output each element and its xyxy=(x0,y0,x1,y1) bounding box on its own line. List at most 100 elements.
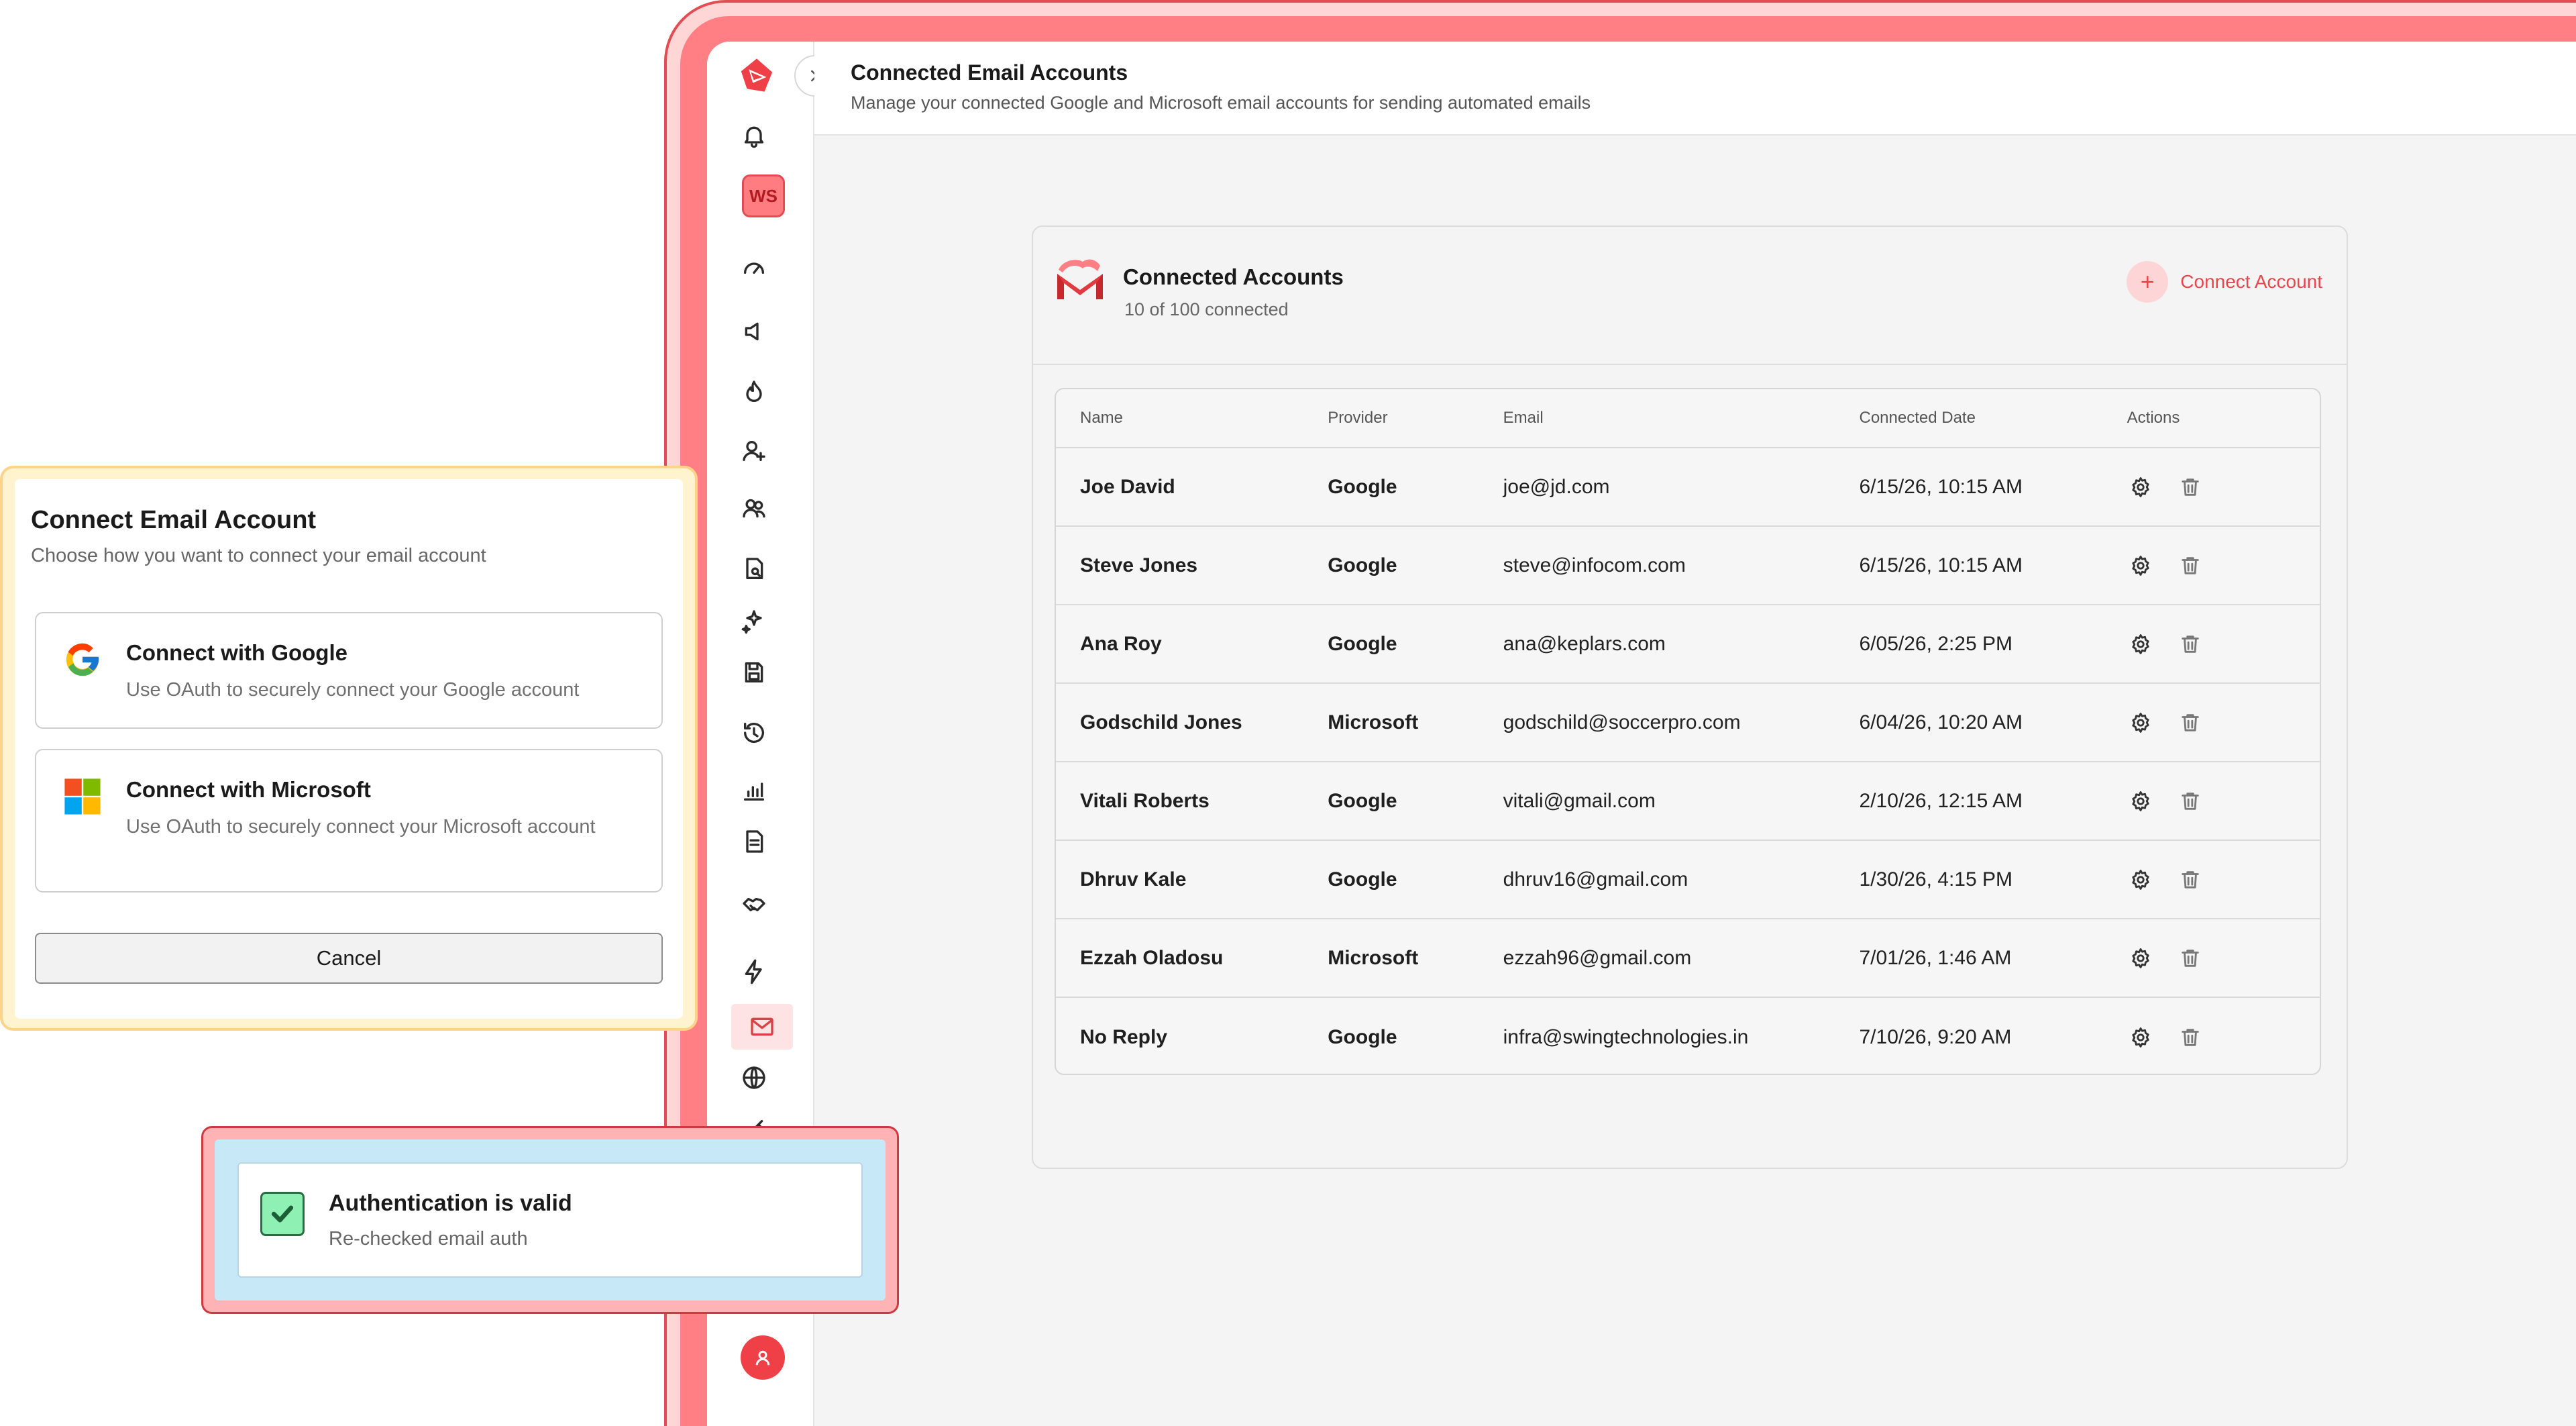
connect-microsoft-title: Connect with Microsoft xyxy=(126,777,371,802)
cell-provider: Google xyxy=(1328,789,1397,812)
connect-account-button[interactable]: + Connect Account xyxy=(2127,260,2322,303)
cell-name: Vitali Roberts xyxy=(1080,789,1210,812)
auth-valid-toast[interactable]: Authentication is valid Re-checked email… xyxy=(237,1162,863,1278)
cell-name: Godschild Jones xyxy=(1080,711,1242,733)
cell-connected-date: 6/15/26, 10:15 AM xyxy=(1859,554,2023,576)
analytics-icon[interactable] xyxy=(734,770,774,811)
connect-microsoft-description: Use OAuth to securely connect your Micro… xyxy=(126,816,596,837)
cell-actions xyxy=(2127,474,2320,501)
cell-name: Ezzah Oladosu xyxy=(1080,946,1224,969)
settings-gear-icon[interactable] xyxy=(2127,1024,2154,1051)
modal-title: Connect Email Account xyxy=(31,506,317,534)
toast-title: Authentication is valid xyxy=(329,1190,572,1216)
microsoft-icon xyxy=(64,778,101,815)
settings-gear-icon[interactable] xyxy=(2127,788,2154,815)
column-header-email[interactable]: Email xyxy=(1503,409,1857,427)
cell-provider: Google xyxy=(1328,632,1397,655)
cell-actions xyxy=(2127,631,2320,658)
app-window: WS Connected Email Accounts Manage your … xyxy=(707,42,2576,1426)
table-header: Name Provider Email Connected Date Actio… xyxy=(1056,389,2320,448)
settings-gear-icon[interactable] xyxy=(2127,552,2154,579)
sparkles-icon[interactable] xyxy=(734,601,774,642)
cell-connected-date: 1/30/26, 4:15 PM xyxy=(1859,868,2013,890)
delete-trash-icon[interactable] xyxy=(2177,1024,2204,1051)
delete-trash-icon[interactable] xyxy=(2177,474,2204,501)
delete-trash-icon[interactable] xyxy=(2177,631,2204,658)
column-header-actions: Actions xyxy=(2127,409,2180,427)
cell-connected-date: 2/10/26, 12:15 AM xyxy=(1859,789,2023,812)
cell-email: infra@swingtechnologies.in xyxy=(1503,1025,1749,1048)
history-icon[interactable] xyxy=(734,713,774,753)
cell-connected-date: 6/05/26, 2:25 PM xyxy=(1859,632,2013,655)
globe-icon[interactable] xyxy=(734,1058,774,1098)
save-icon[interactable] xyxy=(734,652,774,693)
cell-connected-date: 6/15/26, 10:15 AM xyxy=(1859,475,2023,498)
cell-connected-date: 6/04/26, 10:20 AM xyxy=(1859,711,2023,733)
cell-name: Steve Jones xyxy=(1080,554,1198,576)
page-subtitle: Manage your connected Google and Microso… xyxy=(851,93,1591,113)
column-header-name[interactable]: Name xyxy=(1056,409,1328,427)
settings-gear-icon[interactable] xyxy=(2127,631,2154,658)
user-avatar[interactable] xyxy=(741,1335,785,1380)
settings-gear-icon[interactable] xyxy=(2127,866,2154,893)
settings-gear-icon[interactable] xyxy=(2127,945,2154,972)
handshake-icon[interactable] xyxy=(734,884,774,925)
delete-trash-icon[interactable] xyxy=(2177,552,2204,579)
cell-email: godschild@soccerpro.com xyxy=(1503,711,1741,733)
cell-connected-date: 7/10/26, 9:20 AM xyxy=(1859,1025,2012,1048)
cell-email: dhruv16@gmail.com xyxy=(1503,868,1688,890)
table-row: Ana Roy Google ana@keplars.com 6/05/26, 2:2… xyxy=(1056,605,2320,684)
user-add-icon[interactable] xyxy=(734,431,774,471)
connect-google-description: Use OAuth to securely connect your Googl… xyxy=(126,679,580,701)
settings-gear-icon[interactable] xyxy=(2127,474,2154,501)
delete-trash-icon[interactable] xyxy=(2177,945,2204,972)
google-icon xyxy=(66,643,99,676)
cell-name: Joe David xyxy=(1080,475,1175,498)
cell-provider: Google xyxy=(1328,475,1397,498)
cell-provider: Google xyxy=(1328,554,1397,576)
users-icon[interactable] xyxy=(734,489,774,529)
cell-actions xyxy=(2127,709,2320,736)
app-logo-icon[interactable] xyxy=(737,55,777,95)
page-title: Connected Email Accounts xyxy=(851,60,1128,85)
card-title: Connected Accounts xyxy=(1123,264,1344,289)
card-header: Connected Accounts 10 of 100 connected +… xyxy=(1033,227,2347,365)
cancel-button[interactable]: Cancel xyxy=(35,933,663,984)
cell-name: Ana Roy xyxy=(1080,632,1162,655)
cell-connected-date: 7/01/26, 1:46 AM xyxy=(1859,946,2012,969)
table-body: Joe David Google joe@jd.com 6/15/26, 10:15 … xyxy=(1056,448,2320,1074)
connect-google-option[interactable]: Connect with Google Use OAuth to securel… xyxy=(35,612,663,729)
cell-email: ana@keplars.com xyxy=(1503,632,1666,655)
mail-icon[interactable] xyxy=(731,1004,793,1050)
settings-gear-icon[interactable] xyxy=(2127,709,2154,736)
column-header-connected-date[interactable]: Connected Date xyxy=(1857,409,2127,427)
cell-provider: Google xyxy=(1328,868,1397,890)
cell-provider: Microsoft xyxy=(1328,711,1419,733)
table-row: Steve Jones Google steve@infocom.com 6/15/2… xyxy=(1056,527,2320,605)
speedometer-icon[interactable] xyxy=(734,247,774,287)
table-row: No Reply Google infra@swingtechnologies.in… xyxy=(1056,998,2320,1074)
table-row: Ezzah Oladosu Microsoft ezzah96@gmail.com 7… xyxy=(1056,919,2320,998)
cell-actions xyxy=(2127,1024,2320,1051)
toast-subtitle: Re-checked email auth xyxy=(329,1228,528,1250)
workspace-badge[interactable]: WS xyxy=(742,174,785,217)
file-text-icon[interactable] xyxy=(734,821,774,862)
connect-email-modal: Connect Email Account Choose how you wan… xyxy=(15,479,683,1019)
lightning-icon[interactable] xyxy=(734,952,774,992)
connect-microsoft-option[interactable]: Connect with Microsoft Use OAuth to secu… xyxy=(35,749,663,893)
delete-trash-icon[interactable] xyxy=(2177,866,2204,893)
cell-name: Dhruv Kale xyxy=(1080,868,1187,890)
megaphone-icon[interactable] xyxy=(734,311,774,352)
delete-trash-icon[interactable] xyxy=(2177,709,2204,736)
bell-icon[interactable] xyxy=(734,115,774,156)
modal-subtitle: Choose how you want to connect your emai… xyxy=(31,545,486,566)
document-search-icon[interactable] xyxy=(734,549,774,589)
cell-email: ezzah96@gmail.com xyxy=(1503,946,1692,969)
cell-name: No Reply xyxy=(1080,1025,1168,1048)
flame-icon[interactable] xyxy=(734,372,774,412)
column-header-provider[interactable]: Provider xyxy=(1328,409,1503,427)
cell-actions xyxy=(2127,552,2320,579)
connect-google-title: Connect with Google xyxy=(126,640,347,665)
gmail-logo-icon xyxy=(1057,259,1103,299)
delete-trash-icon[interactable] xyxy=(2177,788,2204,815)
